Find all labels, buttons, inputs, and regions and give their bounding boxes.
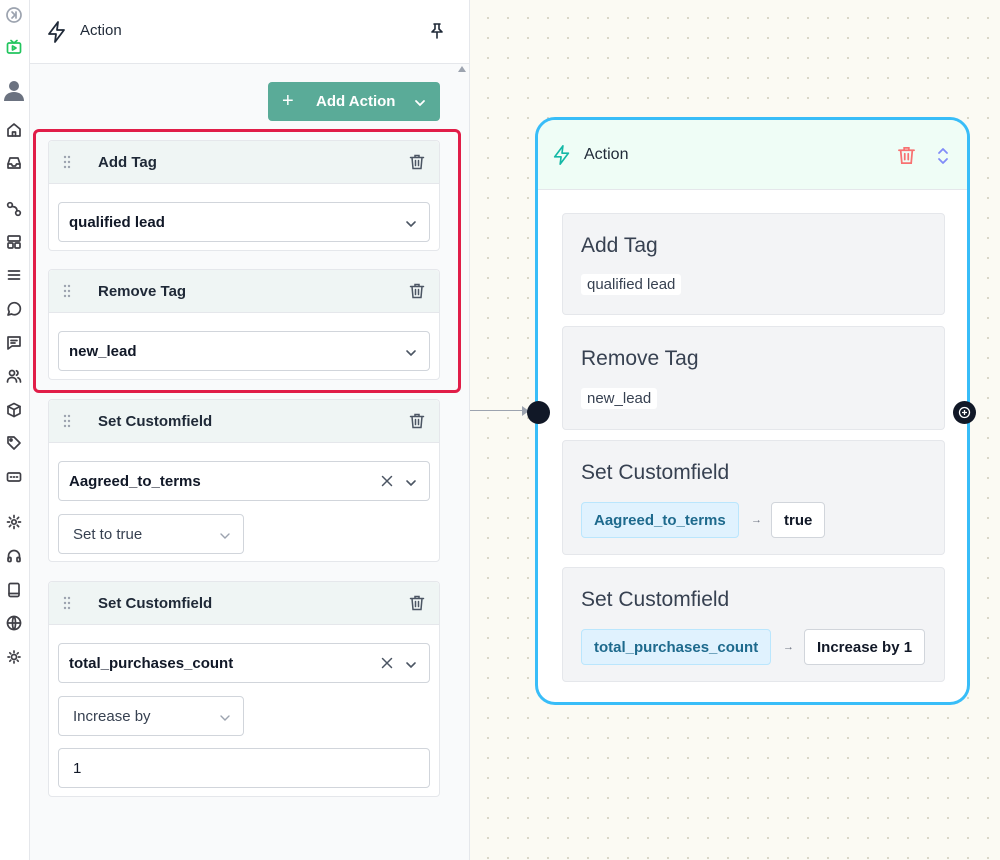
trash-icon[interactable] [408, 594, 426, 612]
amount-input-value: 1 [73, 759, 82, 777]
node-item-title: Set Customfield [581, 461, 730, 484]
amount-input[interactable]: 1 [58, 748, 430, 788]
node-item-tag: qualified lead [581, 274, 682, 295]
card-title: Set Customfield [98, 413, 213, 430]
customfield-select[interactable]: Aagreed_to_terms [58, 461, 430, 501]
operation-select[interactable]: Set to true [58, 514, 244, 554]
input-handle[interactable] [527, 401, 550, 424]
add-action-label: Add Action [316, 93, 396, 110]
tag-icon[interactable] [5, 434, 23, 452]
inbox-icon[interactable] [5, 154, 23, 172]
chevron-down-icon[interactable] [405, 658, 417, 670]
flow-icon[interactable] [5, 200, 23, 218]
panel-title: Action [80, 22, 122, 39]
chevron-down-icon[interactable] [219, 529, 231, 541]
connection-line [470, 410, 530, 411]
node-item-set-customfield[interactable]: Set Customfield total_purchases_count → … [562, 567, 945, 682]
node-item-tag: new_lead [581, 388, 658, 409]
globe-icon[interactable] [5, 614, 23, 632]
expand-collapse-icon[interactable] [936, 146, 950, 166]
trash-icon[interactable] [896, 145, 917, 166]
book-icon[interactable] [5, 581, 23, 599]
node-item-add-tag[interactable]: Add Tag qualified lead [562, 213, 945, 315]
node-item-title: Set Customfield [581, 588, 730, 611]
sun-icon[interactable] [5, 648, 23, 666]
node-item-remove-tag[interactable]: Remove Tag new_lead [562, 326, 945, 430]
scroll-up-arrow[interactable] [458, 66, 466, 72]
expand-icon[interactable] [5, 6, 23, 24]
settings-icon[interactable] [5, 513, 23, 531]
customfield-chip: Aagreed_to_terms [581, 502, 739, 538]
plus-icon: + [282, 90, 294, 112]
operation-select-value: Set to true [73, 525, 143, 543]
lightning-icon [551, 144, 573, 166]
add-action-button[interactable]: + Add Action [268, 82, 440, 121]
highlight-box [33, 129, 461, 393]
node-item-title: Add Tag [581, 234, 658, 257]
package-icon[interactable] [5, 401, 23, 419]
card-header: Set Customfield [49, 582, 439, 625]
chevron-down-icon[interactable] [219, 711, 231, 723]
lightning-icon [45, 20, 69, 44]
output-handle[interactable] [953, 401, 976, 424]
customfield-value: true [771, 502, 826, 538]
pin-icon[interactable] [428, 22, 446, 40]
user-avatar-icon[interactable] [2, 78, 26, 102]
node-header: Action [538, 120, 967, 190]
action-card-set-customfield: Set Customfield total_purchases_count In… [48, 581, 440, 797]
customfield-value: Increase by 1 [804, 629, 926, 665]
video-icon[interactable] [5, 38, 23, 56]
users-icon[interactable] [5, 367, 23, 385]
plus-circle-icon [958, 406, 971, 419]
customfield-select-value: total_purchases_count [69, 654, 234, 672]
arrow-right-icon: → [783, 641, 794, 653]
home-icon[interactable] [5, 121, 23, 139]
trash-icon[interactable] [408, 412, 426, 430]
message-icon[interactable] [5, 334, 23, 352]
panel-header: Action [30, 0, 469, 64]
icon-rail [0, 0, 30, 860]
customfield-select[interactable]: total_purchases_count [58, 643, 430, 683]
card-title: Set Customfield [98, 595, 213, 612]
clear-icon[interactable] [379, 473, 395, 489]
chevron-down-icon[interactable] [405, 476, 417, 488]
clear-icon[interactable] [379, 655, 395, 671]
node-title: Action [584, 146, 629, 163]
layout-icon[interactable] [5, 233, 23, 251]
drag-handle-icon[interactable] [63, 414, 71, 428]
list-icon[interactable] [5, 266, 23, 284]
headset-icon[interactable] [5, 547, 23, 565]
operation-select-value: Increase by [73, 707, 151, 725]
action-card-set-customfield: Set Customfield Aagreed_to_terms Set to … [48, 399, 440, 562]
customfield-select-value: Aagreed_to_terms [69, 472, 201, 490]
card-header: Set Customfield [49, 400, 439, 443]
drag-handle-icon[interactable] [63, 596, 71, 610]
arrow-right-icon: → [751, 514, 762, 526]
ticket-icon[interactable] [5, 468, 23, 486]
action-node[interactable]: Action Add Tag qualified lead Remove Tag… [535, 117, 970, 705]
node-item-title: Remove Tag [581, 347, 699, 370]
chat-bubble-icon[interactable] [5, 300, 23, 318]
node-item-set-customfield[interactable]: Set Customfield Aagreed_to_terms → true [562, 440, 945, 555]
operation-select[interactable]: Increase by [58, 696, 244, 736]
chevron-down-icon[interactable] [414, 96, 426, 108]
customfield-chip: total_purchases_count [581, 629, 772, 665]
